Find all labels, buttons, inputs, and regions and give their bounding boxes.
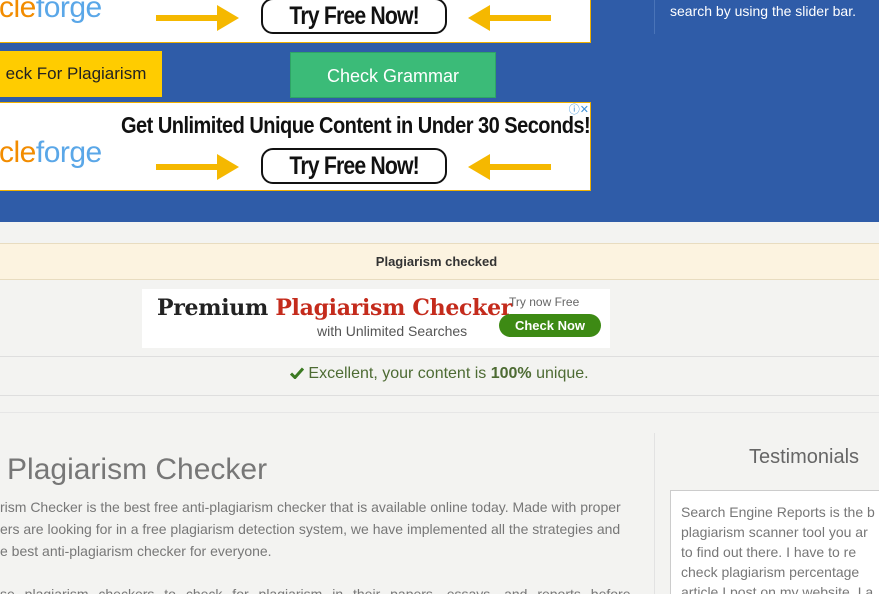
status-bar: Plagiarism checked xyxy=(0,243,879,280)
ad-cta-button[interactable]: Try Free Now! xyxy=(261,148,447,184)
result-suffix: unique. xyxy=(531,365,589,382)
ad-cta-button[interactable]: Try Free Now! xyxy=(261,0,447,34)
checkmark-icon xyxy=(290,367,305,379)
divider xyxy=(0,356,879,357)
ad-headline: Get Unlimited Unique Content in Under 30… xyxy=(121,112,591,138)
hero-divider xyxy=(654,0,655,34)
paragraph-line: se plagiarism checkers to check for plag… xyxy=(0,586,631,594)
article-forge-ad-bottom[interactable]: Get Unlimited Unique Content in Under 30… xyxy=(0,102,591,191)
premium-checker-banner[interactable]: Premium Plagiarism Checker with Unlimite… xyxy=(142,289,610,348)
result-prefix: Excellent, your content is xyxy=(308,365,491,382)
hero-section: search by using the slider bar. cleforge… xyxy=(0,0,879,222)
arrow-right-icon xyxy=(156,154,239,180)
sidebar-divider xyxy=(654,433,655,594)
testimonial-line: plagiarism scanner tool you ar xyxy=(681,524,868,540)
testimonial-card: Search Engine Reports is the b plagiaris… xyxy=(670,490,879,594)
uniqueness-result: Excellent, your content is 100% unique. xyxy=(0,365,879,383)
testimonial-line: article I post on my website. I a xyxy=(681,584,874,594)
divider xyxy=(0,395,879,396)
divider xyxy=(0,412,879,413)
testimonial-line: to find out there. I have to re xyxy=(681,544,857,560)
testimonial-line: Search Engine Reports is the b xyxy=(681,504,875,520)
hero-side-text: search by using the slider bar. xyxy=(670,0,879,22)
premium-banner-title: Premium Plagiarism Checker xyxy=(157,295,513,321)
ad-choices-close-icon[interactable]: ⓘ✕ xyxy=(568,104,589,116)
paragraph-line: ers are looking for in a free plagiarism… xyxy=(0,521,621,537)
arrow-left-icon xyxy=(468,154,551,180)
page-title: o Plagiarism Checker xyxy=(0,453,268,486)
check-plagiarism-button[interactable]: eck For Plagiarism xyxy=(0,51,162,97)
result-percent: 100% xyxy=(490,365,532,382)
hero-side-line: search by using the slider bar. xyxy=(670,3,856,19)
article-paragraph: se plagiarism checkers to check for plag… xyxy=(0,583,638,594)
article-paragraph: rism Checker is the best free anti-plagi… xyxy=(0,496,638,562)
arrow-left-icon xyxy=(468,5,551,31)
article-forge-ad-top[interactable]: cleforge Try Free Now! xyxy=(0,0,591,43)
paragraph-line: e best anti-plagiarism checker for every… xyxy=(0,543,272,559)
arrow-right-icon xyxy=(156,5,239,31)
premium-banner-subtitle: with Unlimited Searches xyxy=(317,323,468,339)
testimonials-title: Testimonials xyxy=(748,446,860,468)
check-now-button[interactable]: Check Now xyxy=(499,314,601,337)
ad-brand-logo: cleforge xyxy=(0,136,102,169)
ad-brand-logo: cleforge xyxy=(0,0,102,24)
result-line: Excellent, your content is 100% unique. xyxy=(290,365,589,383)
testimonial-line: check plagiarism percentage xyxy=(681,564,860,580)
paragraph-line: rism Checker is the best free anti-plagi… xyxy=(0,499,621,515)
check-grammar-button[interactable]: Check Grammar xyxy=(290,52,496,98)
premium-banner-try-text: Try now Free xyxy=(509,295,580,309)
